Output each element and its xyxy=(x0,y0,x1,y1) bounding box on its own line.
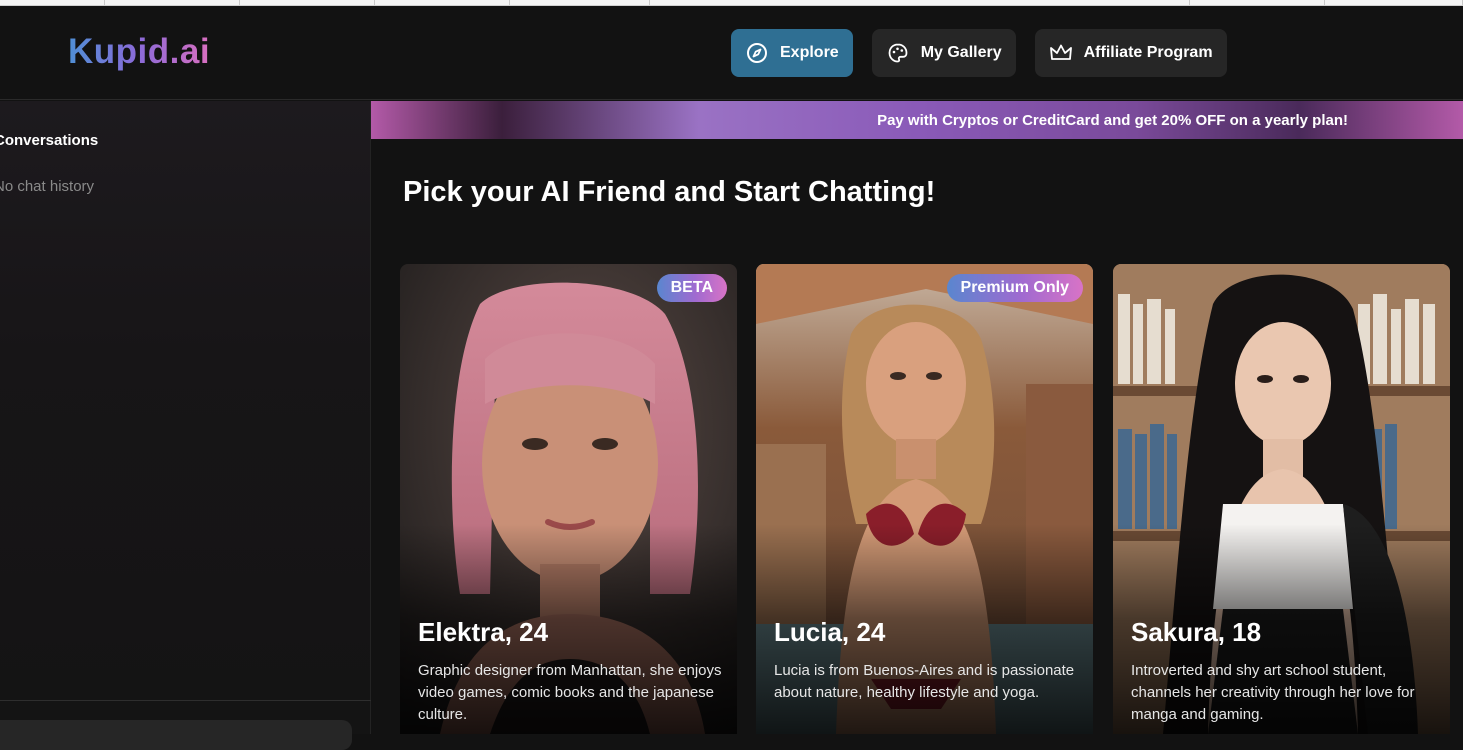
character-description: Introverted and shy art school student, … xyxy=(1131,662,1415,723)
conversations-sidebar: Conversations No chat history xyxy=(0,101,371,750)
sidebar-bottom-button[interactable] xyxy=(0,720,352,750)
nav-my-gallery-label: My Gallery xyxy=(920,44,1002,61)
main-nav: Explore My Gallery Affiliate Program xyxy=(731,29,1227,77)
promo-text: Pay with Cryptos or CreditCard and get 2… xyxy=(877,111,1348,129)
beta-badge: BETA xyxy=(656,274,727,302)
nav-explore-button[interactable]: Explore xyxy=(731,29,853,77)
crown-icon xyxy=(1049,41,1073,65)
character-description: Graphic designer from Manhattan, she enj… xyxy=(418,662,722,723)
page-title: Pick your AI Friend and Start Chatting! xyxy=(403,176,936,208)
conversations-title: Conversations xyxy=(0,132,99,149)
sidebar-divider xyxy=(0,700,371,701)
character-card-lucia[interactable]: Premium Only Lucia, 24 Lucia is from Bue… xyxy=(756,264,1093,734)
character-name: Lucia, 24 xyxy=(774,617,886,647)
chat-history-empty-text: No chat history xyxy=(0,178,95,195)
character-card-elektra[interactable]: BETA Elektra, 24 Graphic designer from M… xyxy=(400,264,737,734)
compass-icon xyxy=(745,41,769,65)
top-header: Kupid.ai Explore My Gallery Affiliate Pr… xyxy=(0,6,1463,100)
nav-affiliate-program-button[interactable]: Affiliate Program xyxy=(1034,29,1227,77)
character-name: Elektra, 24 xyxy=(418,617,549,647)
promo-banner[interactable]: Pay with Cryptos or CreditCard and get 2… xyxy=(371,101,1463,139)
premium-only-badge: Premium Only xyxy=(946,274,1083,302)
nav-my-gallery-button[interactable]: My Gallery xyxy=(871,29,1016,77)
brand-logo[interactable]: Kupid.ai xyxy=(68,32,210,72)
character-description: Lucia is from Buenos-Aires and is passio… xyxy=(774,662,1075,701)
character-card-sakura[interactable]: Sakura, 18 Introverted and shy art schoo… xyxy=(1113,264,1450,734)
gallery-icon xyxy=(886,41,910,65)
character-name: Sakura, 18 xyxy=(1131,617,1262,647)
nav-affiliate-program-label: Affiliate Program xyxy=(1083,44,1213,61)
nav-explore-label: Explore xyxy=(780,44,839,61)
